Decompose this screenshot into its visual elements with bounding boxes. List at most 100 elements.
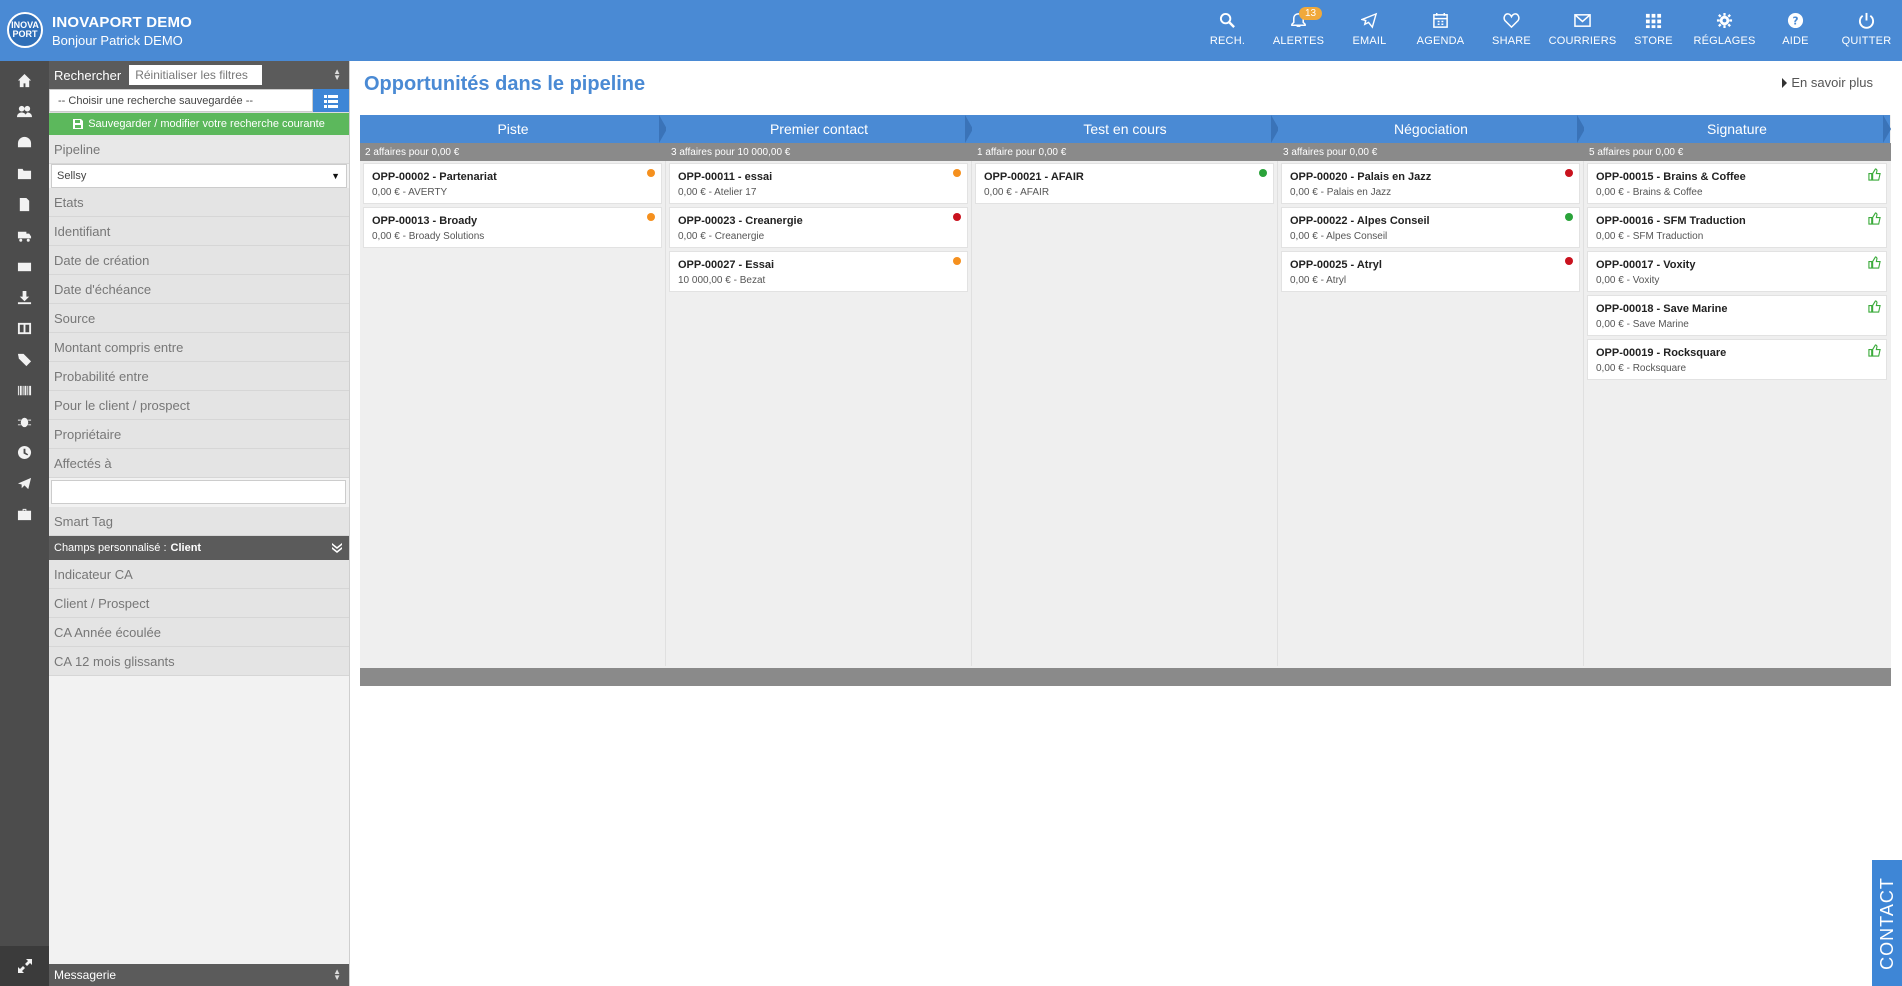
messagerie-bar[interactable]: Messagerie ▲ ▼ — [49, 964, 349, 986]
rail-item-clock[interactable] — [0, 437, 49, 468]
saved-search-list-button[interactable] — [313, 89, 349, 112]
rail-item-tags[interactable] — [0, 344, 49, 375]
opportunity-title: OPP-00021 - AFAIR — [984, 171, 1084, 183]
nav-help-button[interactable]: ? AIDE — [1760, 0, 1831, 61]
nav-search-label: RECH. — [1209, 35, 1246, 47]
rail-item-truck[interactable] — [0, 220, 49, 251]
nav-share-button[interactable]: SHARE — [1476, 0, 1547, 61]
rail-item-money[interactable] — [0, 251, 49, 282]
rail-expand-button[interactable] — [0, 946, 49, 986]
sort-arrows-icon[interactable]: ▲ ▼ — [333, 68, 341, 82]
filter-item-7[interactable]: Pour le client / prospect — [49, 391, 349, 420]
opportunity-title: OPP-00022 - Alpes Conseil — [1290, 215, 1430, 227]
filter-item-5[interactable]: Montant compris entre — [49, 333, 349, 362]
custom-fields-header[interactable]: Champs personnalisé : Client — [49, 536, 349, 560]
truck-icon — [17, 231, 32, 242]
contact-tab[interactable]: CONTACT — [1872, 860, 1902, 986]
opportunity-card[interactable]: OPP-00013 - Broady 0,00 € - Broady Soluti… — [363, 207, 662, 248]
rail-item-send[interactable] — [0, 468, 49, 499]
custom-filter-item-1[interactable]: Client / Prospect — [49, 589, 349, 618]
learn-more-link[interactable]: En savoir plus — [1782, 75, 1873, 90]
custom-filter-list: Indicateur CA Client / Prospect CA Année é… — [49, 560, 349, 676]
nav-quit-label: QUITTER — [1841, 35, 1892, 47]
opportunity-card[interactable]: OPP-00015 - Brains & Coffee 0,00 € - Brai… — [1587, 163, 1887, 204]
filter-item-0[interactable]: Etats — [49, 188, 349, 217]
opportunity-subtitle: 0,00 € - SFM Traduction — [1596, 231, 1704, 242]
custom-filter-item-0[interactable]: Indicateur CA — [49, 560, 349, 589]
custom-filter-item-3[interactable]: CA 12 mois glissants — [49, 647, 349, 676]
nav-store-button[interactable]: STORE — [1618, 0, 1689, 61]
custom-fields-value: Client — [170, 542, 202, 554]
nav-alerts-label: ALERTES — [1272, 35, 1325, 47]
reset-filters-button[interactable]: Réinitialiser les filtres — [129, 65, 263, 85]
saved-search-select[interactable]: -- Choisir une recherche sauvegardée -- — [49, 89, 313, 112]
document-icon — [19, 197, 30, 212]
opportunity-card[interactable]: OPP-00022 - Alpes Conseil 0,00 € - Alpes … — [1281, 207, 1580, 248]
briefcase-icon — [17, 508, 32, 521]
stage-column[interactable]: OPP-00021 - AFAIR 0,00 € - AFAIR — [972, 161, 1278, 666]
opportunity-card[interactable]: OPP-00020 - Palais en Jazz 0,00 € - Palai… — [1281, 163, 1580, 204]
filter-item-9[interactable]: Affectés à — [49, 449, 349, 478]
messagerie-label: Messagerie — [54, 968, 117, 982]
opportunity-card[interactable]: OPP-00019 - Rocksquare 0,00 € - Rocksquar… — [1587, 339, 1887, 380]
opportunity-card[interactable]: OPP-00025 - Atryl 0,00 € - Atryl — [1281, 251, 1580, 292]
opportunity-card[interactable]: OPP-00027 - Essai 10 000,00 € - Bezat — [669, 251, 968, 292]
filter-item-1[interactable]: Identifiant — [49, 217, 349, 246]
floppy-icon — [73, 119, 84, 129]
stage-summary: 3 affaires pour 10 000,00 € — [671, 146, 791, 158]
rail-item-barcode[interactable] — [0, 375, 49, 406]
barcode-icon — [17, 385, 32, 396]
folder-icon — [17, 168, 32, 180]
rail-item-home[interactable] — [0, 65, 49, 96]
pipeline-select[interactable]: Sellsy ▼ — [51, 164, 347, 188]
opportunity-card[interactable]: OPP-00002 - Partenariat 0,00 € - AVERTY — [363, 163, 662, 204]
filter-item-8[interactable]: Propriétaire — [49, 420, 349, 449]
opportunity-subtitle: 10 000,00 € - Bezat — [678, 275, 766, 286]
opportunity-card[interactable]: OPP-00023 - Creanergie 0,00 € - Creanergi… — [669, 207, 968, 248]
app-logo[interactable]: INOVA PORT — [7, 12, 43, 48]
nav-agenda-button[interactable]: AGENDA — [1405, 0, 1476, 61]
filter-smart-tag[interactable]: Smart Tag — [49, 507, 349, 536]
rail-item-users[interactable] — [0, 96, 49, 127]
filter-item-4[interactable]: Source — [49, 304, 349, 333]
opportunity-card[interactable]: OPP-00016 - SFM Traduction 0,00 € - SFM T… — [1587, 207, 1887, 248]
rail-item-download[interactable] — [0, 282, 49, 313]
nav-settings-button[interactable]: RÉGLAGES — [1689, 0, 1760, 61]
nav-courriers-button[interactable]: COURRIERS — [1547, 0, 1618, 61]
stage-summary: 5 affaires pour 0,00 € — [1589, 146, 1684, 158]
envelope-icon — [1574, 14, 1591, 27]
rail-item-folder[interactable] — [0, 158, 49, 189]
opportunity-card[interactable]: OPP-00018 - Save Marine 0,00 € - Save Mar… — [1587, 295, 1887, 336]
rail-item-columns[interactable] — [0, 313, 49, 344]
rail-item-dashboard[interactable] — [0, 127, 49, 158]
stage-column[interactable]: OPP-00020 - Palais en Jazz 0,00 € - Palai… — [1278, 161, 1584, 666]
save-search-button[interactable]: Sauvegarder / modifier votre recherche c… — [49, 113, 349, 135]
stage-header: Piste — [360, 115, 667, 143]
rail-item-briefcase[interactable] — [0, 499, 49, 530]
assigned-to-input[interactable] — [51, 480, 346, 504]
stage-column[interactable]: OPP-00011 - essai 0,00 € - Atelier 17 OPP-… — [666, 161, 972, 666]
nav-email-button[interactable]: EMAIL — [1334, 0, 1405, 61]
opportunity-card[interactable]: OPP-00011 - essai 0,00 € - Atelier 17 — [669, 163, 968, 204]
board-scrollbar[interactable] — [360, 668, 1891, 686]
nav-settings-label: RÉGLAGES — [1693, 35, 1756, 47]
stage-header: Test en cours — [972, 115, 1279, 143]
filter-item-3[interactable]: Date d'échéance — [49, 275, 349, 304]
svg-text:?: ? — [1792, 15, 1798, 27]
rail-item-document[interactable] — [0, 189, 49, 220]
custom-filter-item-2[interactable]: CA Année écoulée — [49, 618, 349, 647]
rail-item-bug[interactable] — [0, 406, 49, 437]
nav-search-button[interactable]: RECH. — [1192, 0, 1263, 61]
stage-summary: 3 affaires pour 0,00 € — [1283, 146, 1378, 158]
nav-quit-button[interactable]: QUITTER — [1831, 0, 1902, 61]
opportunity-card[interactable]: OPP-00017 - Voxity 0,00 € - Voxity — [1587, 251, 1887, 292]
filter-item-6[interactable]: Probabilité entre — [49, 362, 349, 391]
filter-pipeline[interactable]: Pipeline — [49, 135, 349, 164]
stage-column[interactable]: OPP-00002 - Partenariat 0,00 € - AVERTY OP… — [360, 161, 666, 666]
nav-alerts-button[interactable]: ALERTES 13 — [1263, 0, 1334, 61]
filter-item-2[interactable]: Date de création — [49, 246, 349, 275]
opportunity-card[interactable]: OPP-00021 - AFAIR 0,00 € - AFAIR — [975, 163, 1274, 204]
opportunity-title: OPP-00019 - Rocksquare — [1596, 347, 1727, 359]
gear-icon — [1716, 12, 1733, 29]
stage-column[interactable]: OPP-00015 - Brains & Coffee 0,00 € - Brai… — [1584, 161, 1890, 666]
